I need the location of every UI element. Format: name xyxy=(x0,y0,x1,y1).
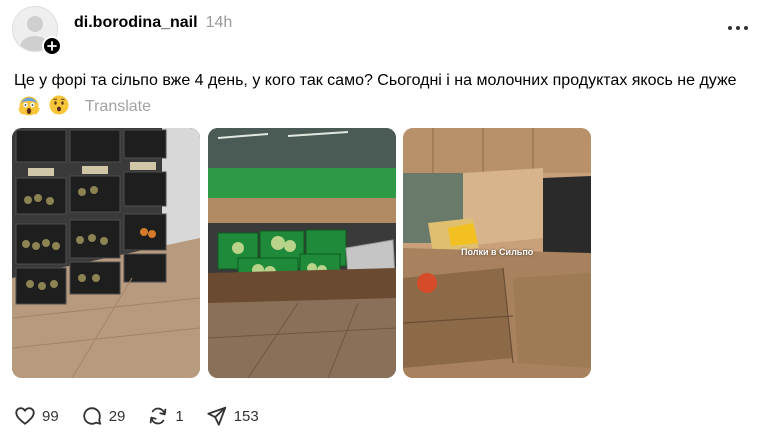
more-horizontal-icon xyxy=(728,26,748,30)
repost-count: 1 xyxy=(175,407,184,425)
comment-bubble-icon xyxy=(83,407,101,425)
share-count: 153 xyxy=(233,407,259,425)
post-header: di.borodina_nail 14h xyxy=(74,14,232,40)
translate-link[interactable]: Translate xyxy=(85,98,151,115)
like-button[interactable]: 99 xyxy=(14,405,59,427)
avatar-container[interactable] xyxy=(12,6,64,58)
share-button[interactable]: 153 xyxy=(206,405,259,427)
store-shelf-photo-1 xyxy=(12,128,200,378)
thread-post: di.borodina_nail 14h Це у форі та сільпо… xyxy=(0,0,763,441)
media-image-3[interactable]: Полки в Сильпо xyxy=(403,128,591,378)
send-icon xyxy=(207,406,226,426)
screaming-face-emoji xyxy=(18,96,40,116)
store-shelf-photo-2 xyxy=(208,128,396,378)
post-body: Це у форі та сільпо вже 4 день, у кого т… xyxy=(14,68,749,120)
post-actions: 99 29 1 153 xyxy=(14,403,281,429)
reply-button[interactable]: 29 xyxy=(81,405,126,427)
more-options-button[interactable] xyxy=(726,18,750,38)
reply-count: 29 xyxy=(108,407,126,425)
plus-icon xyxy=(47,41,57,51)
media-image-1[interactable] xyxy=(12,128,200,378)
media-overlay-caption: Полки в Сильпо xyxy=(461,247,534,257)
repost-button[interactable]: 1 xyxy=(147,405,184,427)
like-count: 99 xyxy=(42,407,59,425)
username-link[interactable]: di.borodina_nail xyxy=(74,14,198,32)
heart-icon xyxy=(15,407,35,425)
follow-button[interactable] xyxy=(42,36,62,56)
repost-icon xyxy=(150,407,167,425)
media-image-2[interactable] xyxy=(208,128,396,378)
post-timestamp[interactable]: 14h xyxy=(206,14,233,32)
hushed-face-emoji xyxy=(49,95,69,115)
post-text: Це у форі та сільпо вже 4 день, у кого т… xyxy=(14,72,737,89)
